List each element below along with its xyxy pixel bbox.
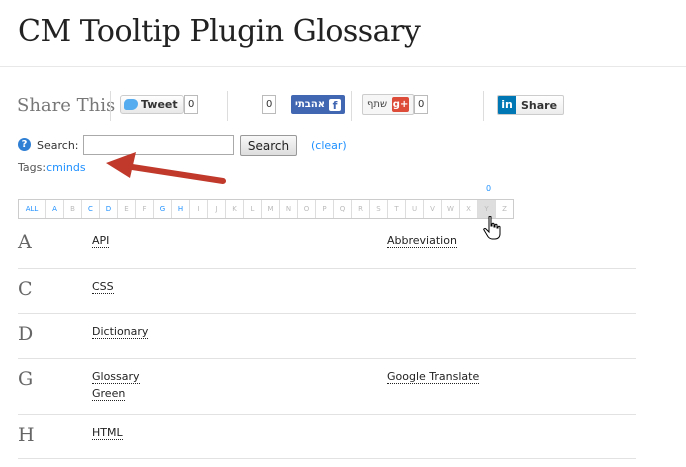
glossary-row-a: A API Abbreviation [18,229,636,268]
glossary-row-g: G Glossary Green Google Translate [18,358,636,415]
glossary-term-link[interactable]: Google Translate [387,370,480,384]
tweet-button[interactable]: Tweet [120,95,184,114]
share-divider [110,91,111,121]
tags-label: Tags: [18,161,47,174]
letter-filter-j: J [207,200,225,218]
glossary-term-link[interactable]: API [92,234,110,248]
glossary-row-d: D Dictionary [18,313,636,359]
help-icon[interactable]: ? [18,138,31,151]
letter-filter-n: N [279,200,297,218]
glossary-letter-heading: H [18,424,35,446]
page-title: CM Tooltip Plugin Glossary [18,14,421,49]
letter-filter-r: R [351,200,369,218]
facebook-like-count: 0 [262,95,277,114]
letter-filter-p: P [315,200,333,218]
share-divider [351,91,352,121]
letter-filter-q: Q [333,200,351,218]
linkedin-share-label: Share [521,98,558,112]
tweet-label: Tweet [141,98,178,111]
clear-link[interactable]: (clear) [311,139,347,152]
letter-filter-w: W [441,200,459,218]
tweet-count: 0 [184,95,199,114]
glossary-term-link[interactable]: Green [92,387,126,401]
glossary-letter-heading: G [18,368,34,390]
letter-filter-u: U [405,200,423,218]
share-divider [227,91,228,121]
letter-filter-b: B [63,200,81,218]
letter-hover-count: 0 [486,184,492,193]
glossary-term-link[interactable]: Dictionary [92,325,149,339]
letter-filter-f: F [135,200,153,218]
red-arrow-annotation [106,152,226,184]
linkedin-share-button[interactable]: in Share [497,95,565,115]
glossary-end-divider [18,458,636,459]
share-divider [483,91,484,121]
letter-filter-a[interactable]: A [45,200,63,218]
letter-filter-l: L [243,200,261,218]
facebook-like-button[interactable]: אהבתי f [291,95,346,114]
letter-filter-i: I [189,200,207,218]
letter-filter-all[interactable]: ALL [19,200,45,218]
facebook-icon: f [329,98,342,112]
glossary-letter-heading: D [18,323,34,345]
linkedin-icon: in [498,96,516,114]
glossary-term-link[interactable]: Abbreviation [387,234,457,248]
share-label: Share This [17,95,116,116]
glossary-term-link[interactable]: CSS [92,280,114,294]
letter-filter-g[interactable]: G [153,200,171,218]
letter-filter-c[interactable]: C [81,200,99,218]
letter-filter-v: V [423,200,441,218]
search-button[interactable]: Search [240,135,297,156]
twitter-bird-icon [124,99,138,110]
gplus-count: 0 [414,95,429,114]
glossary-letter-heading: C [18,278,33,300]
letter-filter-h[interactable]: H [171,200,189,218]
gplus-share-label: שתף [367,99,388,110]
glossary-term-link[interactable]: HTML [92,426,123,440]
glossary-row-c: C CSS [18,268,636,314]
letter-filter-t: T [387,200,405,218]
facebook-like-label: אהבתי [295,99,326,110]
search-label: Search: [37,139,79,152]
title-divider [0,66,686,67]
tags-row: Tags:cminds [18,161,86,174]
gplus-icon: g+ [392,97,410,112]
letter-filter-k: K [225,200,243,218]
letter-filter-e: E [117,200,135,218]
glossary-term-link[interactable]: Glossary [92,370,140,384]
gplus-share-button[interactable]: שתף g+ [362,94,415,115]
letter-filter-o: O [297,200,315,218]
letter-filter-m: M [261,200,279,218]
letter-filter-d[interactable]: D [99,200,117,218]
letter-filter-bar: ALL A B C D E F G H I J K L M N O P Q R S T U V W X Y Z [18,199,514,219]
glossary-row-h: H HTML [18,414,636,460]
letter-filter-x: X [459,200,477,218]
letter-filter-s: S [369,200,387,218]
tag-link-cminds[interactable]: cminds [46,161,86,174]
glossary-letter-heading: A [18,231,32,253]
